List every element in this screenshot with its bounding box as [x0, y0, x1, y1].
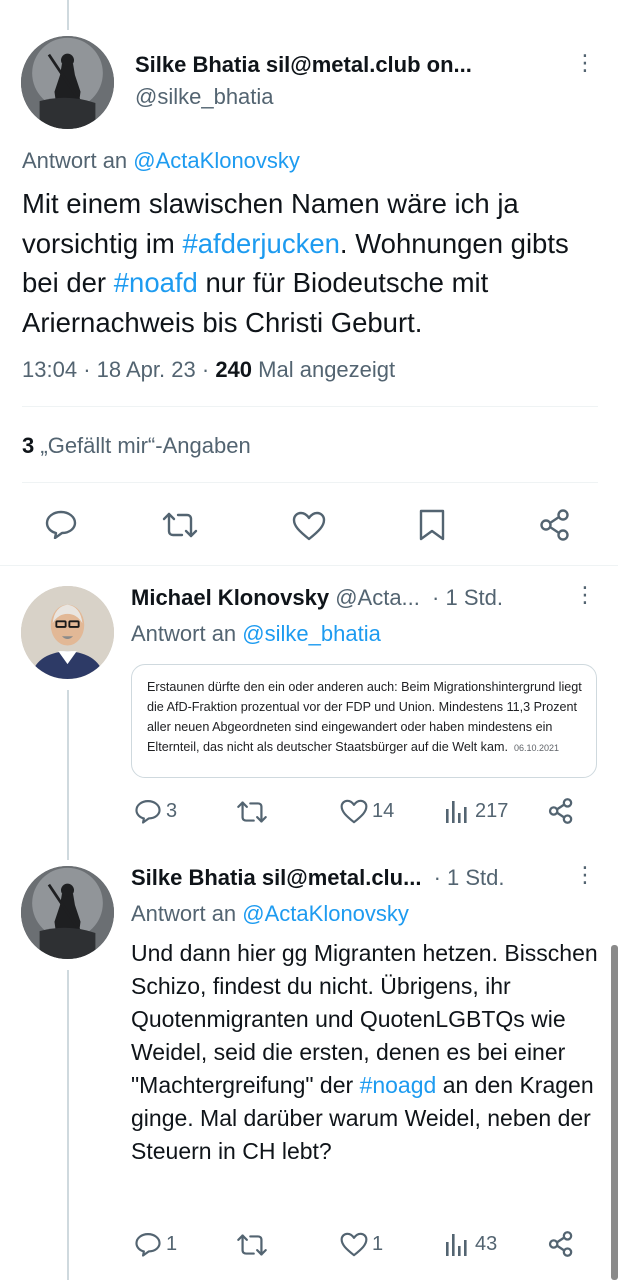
warrior-avatar-icon: [21, 36, 114, 129]
views-button[interactable]: 43: [445, 1232, 497, 1256]
tweet-time[interactable]: · 1 Std.: [432, 585, 503, 610]
tweet-time[interactable]: 13:04: [22, 357, 77, 382]
like-button[interactable]: 1: [340, 1232, 383, 1257]
warrior-avatar-icon: [21, 866, 114, 959]
likes-label: „Gefällt mir“-Angaben: [40, 433, 251, 458]
scrollbar[interactable]: [611, 945, 618, 1280]
heart-icon: [340, 799, 368, 824]
retweet-button[interactable]: [162, 511, 198, 539]
views-icon: [446, 1234, 467, 1256]
hashtag-link[interactable]: #noagd: [360, 1072, 437, 1098]
hashtag-link[interactable]: #afderjucken: [182, 228, 339, 259]
quoted-image[interactable]: Erstaunen dürfte den ein oder anderen au…: [131, 664, 597, 778]
author-name[interactable]: Michael Klonovsky: [131, 585, 329, 610]
likes-summary[interactable]: 3 „Gefällt mir“-Angaben: [22, 433, 251, 459]
author-handle[interactable]: @Acta...: [335, 585, 420, 610]
reply-to-prefix: Antwort an: [131, 621, 237, 646]
share-icon: [548, 798, 573, 824]
like-count: 14: [372, 800, 395, 822]
reply-count: 1: [166, 1232, 178, 1255]
section-divider: [0, 565, 618, 566]
retweet-icon: [162, 512, 198, 538]
reply-button[interactable]: [44, 509, 78, 539]
quoted-date: 06.10.2021: [513, 743, 560, 753]
reply-to: Antwort an @ActaKlonovsky: [131, 901, 409, 927]
reply-to-prefix: Antwort an: [131, 901, 237, 926]
thread-line-middle: [67, 690, 69, 860]
views-label: Mal angezeigt: [258, 357, 396, 382]
view-count: 43: [475, 1232, 498, 1255]
more-options-icon[interactable]: ⋮: [574, 864, 596, 886]
like-button[interactable]: 14: [340, 799, 394, 824]
thread-line-top: [67, 0, 69, 30]
reply-button[interactable]: 3: [134, 798, 177, 824]
divider: [22, 406, 598, 407]
tweet-text: Und dann hier gg Migranten hetzen. Bissc…: [131, 937, 601, 1168]
share-icon: [540, 509, 569, 541]
views-icon: [446, 801, 467, 823]
hashtag-link[interactable]: #noafd: [114, 267, 198, 298]
thread-line-bottom: [67, 970, 69, 1280]
heart-icon: [340, 1232, 368, 1257]
reply-to: Antwort an @ActaKlonovsky: [22, 148, 300, 174]
reply-to-handle[interactable]: @ActaKlonovsky: [133, 148, 300, 173]
reply-to-handle[interactable]: @silke_bhatia: [242, 621, 381, 646]
more-options-icon[interactable]: ⋮: [574, 52, 596, 74]
view-count: 217: [475, 799, 509, 822]
likes-count: 3: [22, 433, 35, 458]
author-name[interactable]: Silke Bhatia sil@metal.club on...: [135, 52, 535, 78]
tweet-meta: 13:04 · 18 Apr. 23 · 240 Mal angezeigt: [22, 357, 396, 382]
reply-icon: [135, 800, 161, 824]
person-avatar-icon: [21, 586, 114, 679]
author-name[interactable]: Silke Bhatia sil@metal.clu...: [131, 865, 421, 890]
reply-icon: [45, 510, 77, 539]
reply-header: Michael Klonovsky @Acta... · 1 Std.: [131, 585, 571, 611]
divider: [22, 482, 598, 483]
reply-count: 3: [166, 799, 178, 822]
views-button[interactable]: 217: [445, 799, 508, 823]
like-button[interactable]: [292, 511, 326, 541]
share-icon: [548, 1231, 573, 1257]
reply-to-prefix: Antwort an: [22, 148, 128, 173]
reply-header: Silke Bhatia sil@metal.clu... · 1 Std.: [131, 865, 571, 891]
retweet-button[interactable]: [236, 1233, 268, 1257]
like-count: 1: [372, 1233, 384, 1255]
more-options-icon[interactable]: ⋮: [574, 584, 596, 606]
avatar[interactable]: [21, 586, 114, 679]
avatar[interactable]: [21, 36, 114, 129]
tweet-date[interactable]: 18 Apr. 23: [97, 357, 196, 382]
reply-button[interactable]: 1: [134, 1231, 177, 1257]
retweet-icon: [237, 1234, 267, 1256]
views-count: 240: [215, 357, 253, 382]
avatar[interactable]: [21, 866, 114, 959]
reply-to: Antwort an @silke_bhatia: [131, 621, 381, 647]
share-button[interactable]: [539, 508, 571, 542]
share-button[interactable]: [548, 797, 574, 825]
tweet-text: Mit einem slawischen Namen wäre ich ja v…: [22, 184, 604, 342]
heart-icon: [292, 511, 326, 541]
author-handle[interactable]: @silke_bhatia: [135, 84, 274, 110]
tweet-time[interactable]: · 1 Std.: [434, 865, 505, 890]
retweet-button[interactable]: [236, 800, 268, 824]
bookmark-icon: [419, 509, 445, 541]
bookmark-button[interactable]: [418, 508, 446, 542]
retweet-icon: [237, 801, 267, 823]
share-button[interactable]: [548, 1230, 574, 1258]
reply-to-handle[interactable]: @ActaKlonovsky: [242, 901, 409, 926]
reply-icon: [135, 1233, 161, 1257]
